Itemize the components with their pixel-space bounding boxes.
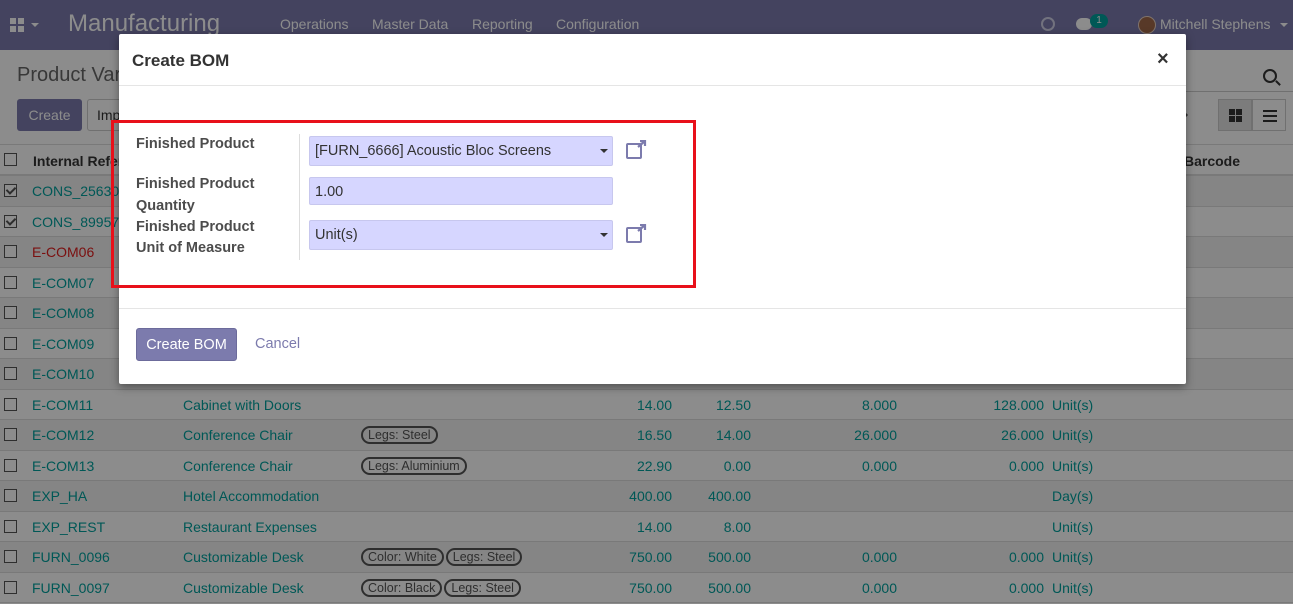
uom-value: Unit(s) [315,227,358,243]
finished-product-label: Finished Product [136,136,255,152]
caret-down-icon [600,233,608,237]
uom-select[interactable]: Unit(s) [309,220,613,250]
modal-header: Create BOM × [119,34,1186,86]
close-icon[interactable]: × [1157,48,1169,71]
quantity-input[interactable]: 1.00 [309,177,613,205]
modal-body: Finished Product Finished Product Quanti… [111,86,1186,308]
uom-label-line1: Finished Product [136,219,255,235]
uom-label-line2: Unit of Measure [136,240,245,256]
quantity-value: 1.00 [315,184,344,200]
caret-down-icon [600,149,608,153]
modal-title: Create BOM [132,51,230,70]
modal-footer: Create BOM Cancel [119,308,1186,384]
external-link-icon[interactable] [625,140,647,160]
form-separator [299,134,300,260]
quantity-label-line2: Quantity [136,198,195,214]
create-bom-dialog: Create BOM × Finished Product Finished P… [111,34,1186,384]
quantity-label-line1: Finished Product [136,176,255,192]
finished-product-value: [FURN_6666] Acoustic Bloc Screens [315,143,552,159]
create-bom-button[interactable]: Create BOM [136,328,237,361]
cancel-button[interactable]: Cancel [255,336,300,352]
external-link-icon[interactable] [625,224,647,244]
finished-product-select[interactable]: [FURN_6666] Acoustic Bloc Screens [309,136,613,166]
